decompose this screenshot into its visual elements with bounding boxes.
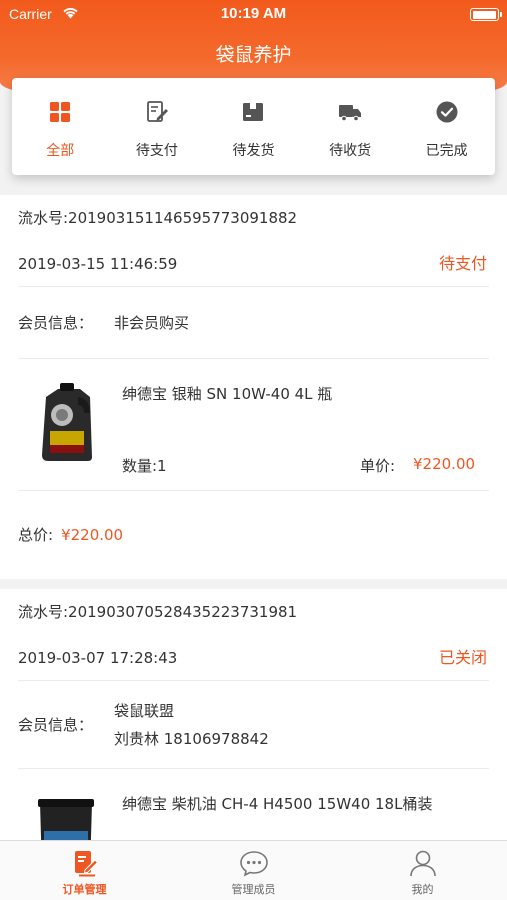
unit-price-label: 单价:: [360, 457, 396, 475]
order-status-tabs: 全部 待支付 待发货 待收货 已完成: [12, 78, 495, 175]
order-card[interactable]: 流水号:20190315114659577309188​2 2019-03-15…: [0, 195, 507, 579]
tab-label: 待发货: [232, 143, 275, 159]
order-time-row: 2019-03-15 11:46:59 待支付: [18, 241, 489, 287]
tab-label: 待收货: [329, 143, 372, 159]
grid-icon: [50, 102, 71, 122]
person-icon: [409, 850, 436, 877]
tabbar-item-orders[interactable]: 订单管理: [0, 841, 169, 900]
member-info-value: 袋鼠联盟: [114, 701, 175, 720]
battery-fill: [472, 10, 496, 19]
order-edit-icon: [74, 851, 98, 877]
order-serial-number: 流水号:20190315114659577309188​2: [18, 209, 298, 227]
member-info-row: 会员信息： 袋鼠联盟 刘贵林 18106978842: [18, 681, 489, 769]
order-time: 2019-03-07 17:28:43: [18, 649, 178, 667]
oil-bottle-image: [42, 383, 92, 461]
battery-icon: [470, 8, 502, 21]
order-time-row: 2019-03-07 17:28:43 已关闭: [18, 635, 489, 681]
order-list: 流水号:20190315114659577309188​2 2019-03-15…: [0, 195, 507, 900]
product-name: 绅德宝 柴机油 CH-4 H4500 15W40 18L桶装: [122, 795, 433, 813]
total-label: 总价:: [18, 526, 54, 544]
unit-price-value: ¥220.00: [413, 455, 476, 473]
tab-label: 待支付: [135, 143, 178, 159]
tab-completed[interactable]: 已完成: [398, 78, 495, 175]
bottom-tab-bar: 订单管理 管理成员 我的: [0, 840, 507, 900]
tabbar-label: 我的: [411, 883, 434, 896]
tab-all[interactable]: 全部: [12, 78, 109, 175]
member-info-row: 会员信息： 非会员购买: [18, 287, 489, 359]
edit-doc-icon: [146, 101, 168, 122]
product-name: 绅德宝 银釉 SN 10W-40 4L 瓶: [122, 385, 333, 403]
clock: 10:19 AM: [220, 5, 287, 22]
order-time: 2019-03-15 11:46:59: [18, 255, 178, 273]
tab-pending-payment[interactable]: 待支付: [109, 78, 206, 175]
tabbar-item-me[interactable]: 我的: [338, 841, 507, 900]
tab-label: 全部: [46, 143, 75, 159]
product-quantity: 数量:1: [122, 457, 167, 475]
order-total-row: 总价: ¥220.00: [18, 491, 489, 579]
order-status: 已关闭: [438, 648, 487, 667]
status-bar: Carrier 10:19 AM: [0, 0, 507, 28]
member-info-value: 刘贵林 18106978842: [114, 729, 269, 748]
package-box-icon: [243, 103, 264, 121]
total-value: ¥220.00: [61, 526, 124, 544]
tab-label: 已完成: [425, 143, 468, 159]
tabbar-label: 订单管理: [62, 883, 107, 896]
tab-pending-receipt[interactable]: 待收货: [302, 78, 399, 175]
order-status: 待支付: [438, 254, 487, 273]
tabbar-item-members[interactable]: 管理成员: [169, 841, 338, 900]
member-info-value: 非会员购买: [114, 313, 190, 332]
page-title: 袋鼠养护: [215, 44, 292, 66]
tab-pending-shipment[interactable]: 待发货: [205, 78, 302, 175]
tabbar-label: 管理成员: [231, 883, 276, 896]
order-serial-number: 流水号:20190307052843522373198​1: [18, 603, 298, 621]
chat-bubble-icon: [239, 851, 268, 877]
check-circle-icon: [436, 101, 458, 123]
member-info-label: 会员信息：: [18, 314, 94, 332]
product-row[interactable]: 绅德宝 银釉 SN 10W-40 4L 瓶 数量:1 单价: ¥220.00: [18, 359, 489, 491]
member-info-label: 会员信息：: [18, 716, 94, 734]
truck-icon: [339, 105, 362, 122]
